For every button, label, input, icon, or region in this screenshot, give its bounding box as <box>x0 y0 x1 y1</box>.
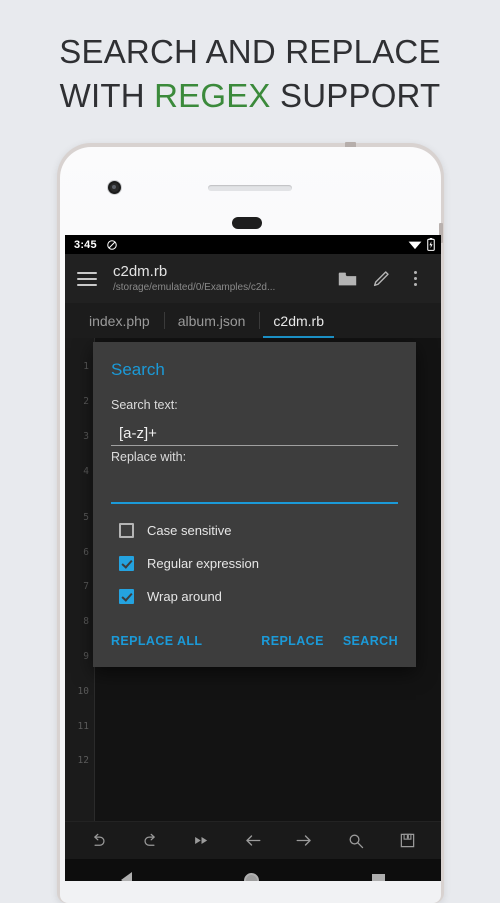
search-replace-dialog: Search Search text: [a-z]+ Replace with: <box>93 342 416 667</box>
headline-line-1: SEARCH AND REPLACE <box>59 33 441 70</box>
app-toolbar: c2dm.rb /storage/emulated/0/Examples/c2d… <box>65 254 441 303</box>
front-camera-icon <box>107 180 122 195</box>
redo-icon[interactable] <box>133 828 167 854</box>
nav-recents-icon[interactable] <box>371 873 385 881</box>
toolbar-titles: c2dm.rb /storage/emulated/0/Examples/c2d… <box>113 263 330 294</box>
arrow-right-glyph <box>296 835 312 846</box>
phone-bottom-bezel <box>65 881 441 903</box>
replace-input[interactable] <box>111 466 398 504</box>
tab-label: album.json <box>177 312 246 329</box>
headline-text-after: SUPPORT <box>270 77 441 114</box>
fast-forward-icon[interactable] <box>185 828 219 854</box>
dialog-scrim: Search Search text: [a-z]+ Replace with: <box>65 338 441 821</box>
arrow-right-icon[interactable] <box>287 828 321 854</box>
option-label: Wrap around <box>147 589 222 604</box>
folder-icon[interactable] <box>330 259 364 299</box>
editor-action-toolbar <box>65 821 441 859</box>
folder-glyph <box>338 272 356 285</box>
code-editor[interactable]: 1require·'httparty'¬ 2require·'json'¬ 3¬… <box>65 338 441 821</box>
search-input[interactable]: [a-z]+ <box>111 414 398 446</box>
option-regular-expression[interactable]: Regular expression <box>111 547 398 580</box>
tab-album-json[interactable]: album.json <box>163 303 260 338</box>
nav-home-icon[interactable] <box>244 872 260 881</box>
do-not-disturb-icon <box>107 239 117 250</box>
checkbox-unchecked-icon[interactable] <box>119 523 134 538</box>
dialog-actions: REPLACE ALL REPLACE SEARCH <box>111 627 398 655</box>
headline-text-before: WITH <box>59 77 155 114</box>
status-bar-icons <box>408 238 435 251</box>
hamburger-menu-icon[interactable] <box>77 271 97 286</box>
search-input-value: [a-z]+ <box>119 425 157 442</box>
search-text-label: Search text: <box>111 398 178 412</box>
overflow-menu-icon[interactable] <box>398 259 432 299</box>
option-wrap-around[interactable]: Wrap around <box>111 580 398 613</box>
save-glyph <box>400 833 414 848</box>
redo-glyph <box>144 833 155 846</box>
arrow-left-icon[interactable] <box>236 828 270 854</box>
dialog-options: Case sensitive Regular expression Wrap a… <box>111 514 398 613</box>
replace-with-label: Replace with: <box>111 450 187 464</box>
save-icon[interactable] <box>390 828 424 854</box>
front-sensor <box>232 217 262 229</box>
pencil-glyph <box>373 270 389 286</box>
status-bar: 3:45 <box>65 235 441 254</box>
toolbar-file-title: c2dm.rb <box>113 263 168 280</box>
undo-glyph <box>94 833 105 846</box>
search-button[interactable]: SEARCH <box>343 634 398 648</box>
pencil-edit-icon[interactable] <box>364 259 398 299</box>
headline-line-2: WITH REGEX SUPPORT <box>0 74 500 118</box>
wifi-icon <box>408 241 422 250</box>
status-bar-clock: 3:45 <box>74 238 97 251</box>
replace-button[interactable]: REPLACE <box>261 634 324 648</box>
replace-all-button[interactable]: REPLACE ALL <box>111 634 202 648</box>
replace-input-underline <box>111 502 398 504</box>
checkbox-checked-icon[interactable] <box>119 556 134 571</box>
option-label: Regular expression <box>147 556 260 571</box>
tab-index-php[interactable]: index.php <box>75 303 164 338</box>
option-case-sensitive[interactable]: Case sensitive <box>111 514 398 547</box>
search-icon[interactable] <box>339 828 373 854</box>
tab-label: index.php <box>89 312 150 329</box>
tab-label: c2dm.rb <box>273 312 324 329</box>
overflow-dots <box>413 271 417 286</box>
option-label: Case sensitive <box>147 523 232 538</box>
undo-icon[interactable] <box>82 828 116 854</box>
checkbox-checked-icon[interactable] <box>119 589 134 604</box>
search-glyph <box>349 834 364 848</box>
search-input-underline <box>111 445 398 446</box>
phone-screen: 3:45 c2dm.rb /storage/emulated/0/Example… <box>65 235 441 881</box>
tab-c2dm-rb[interactable]: c2dm.rb <box>259 303 338 338</box>
battery-icon <box>427 238 435 251</box>
android-navigation-bar <box>65 859 441 881</box>
toolbar-file-path: /storage/emulated/0/Examples/c2d... <box>113 282 276 293</box>
headline-highlight-regex: REGEX <box>154 77 271 114</box>
phone-body: 3:45 c2dm.rb /storage/emulated/0/Example… <box>60 147 443 903</box>
file-tab-bar: index.php album.json c2dm.rb <box>65 303 441 338</box>
arrow-left-glyph <box>246 835 261 846</box>
earpiece-speaker <box>208 185 292 191</box>
page-title: SEARCH AND REPLACE WITH REGEX SUPPORT <box>0 30 500 118</box>
nav-back-icon[interactable] <box>121 872 133 881</box>
dialog-title: Search <box>111 360 165 379</box>
phone-mockup: 3:45 c2dm.rb /storage/emulated/0/Example… <box>57 142 444 903</box>
fast-forward-glyph <box>195 836 208 845</box>
